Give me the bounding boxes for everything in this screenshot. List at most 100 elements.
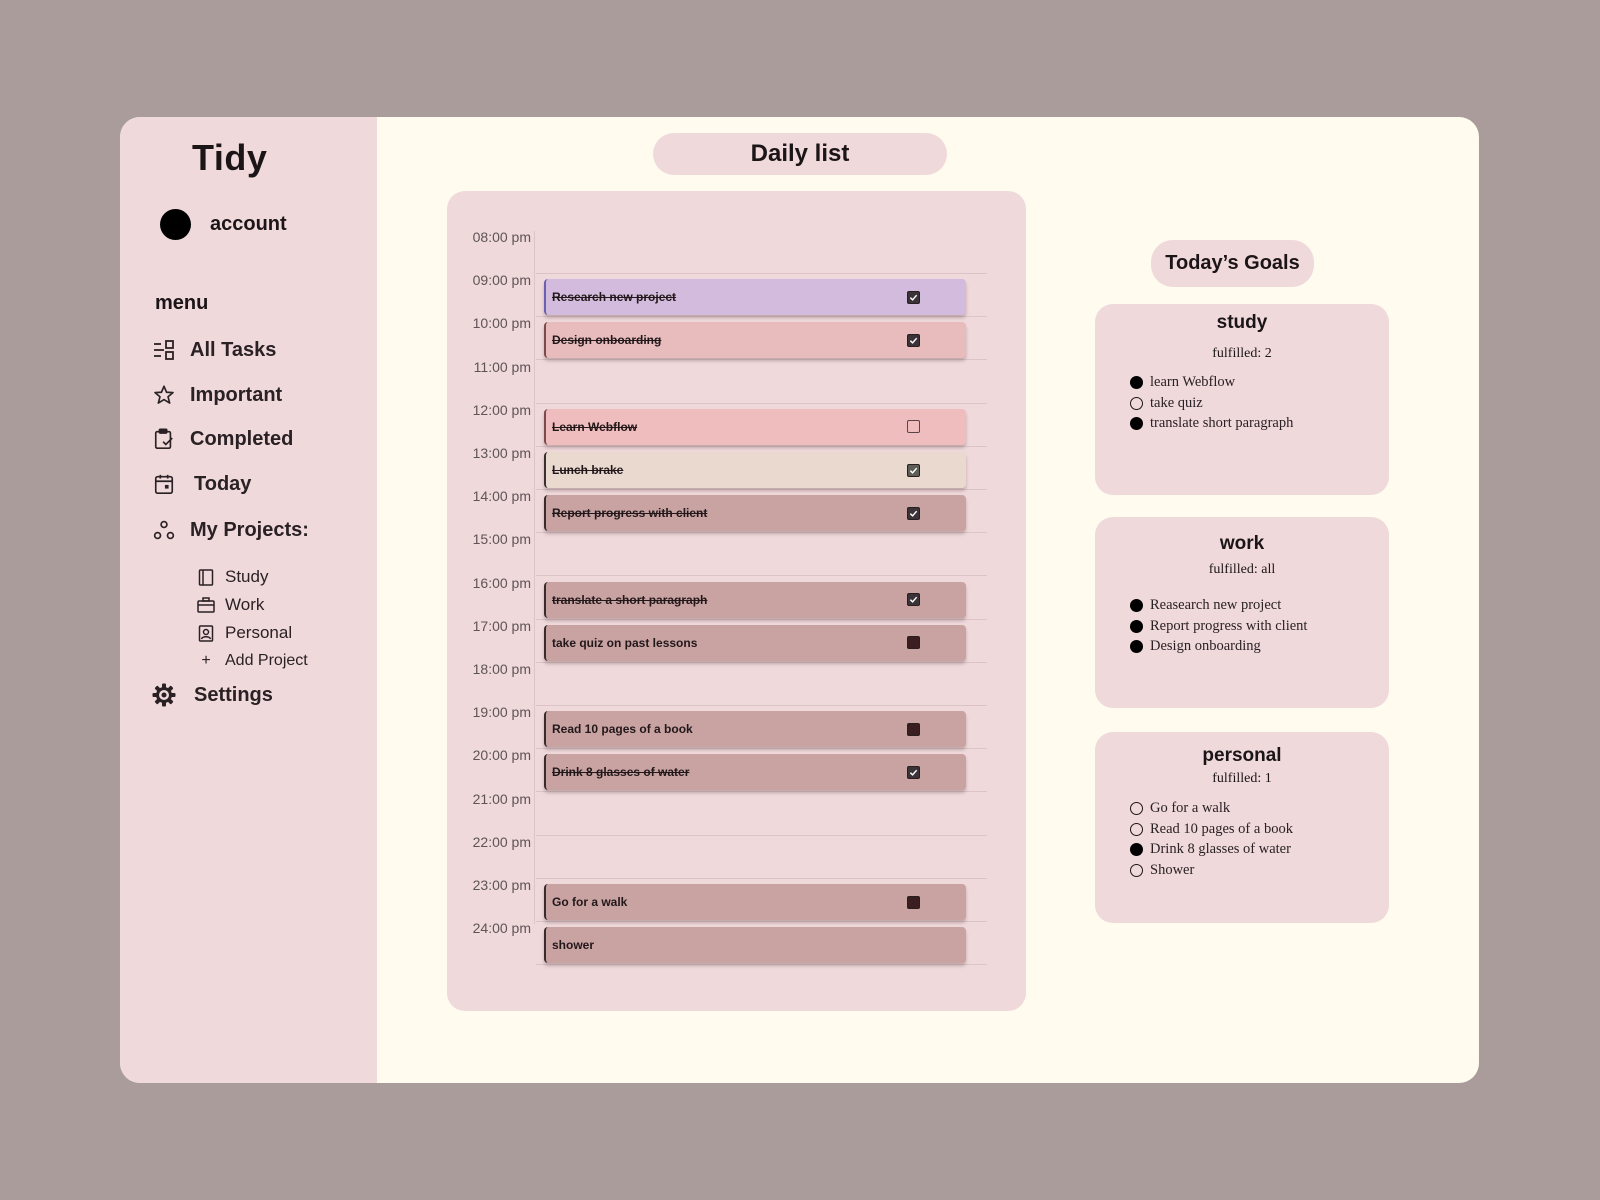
task-checkbox[interactable] xyxy=(907,722,920,736)
goal-card-name: personal xyxy=(1202,745,1282,766)
project-item-study[interactable]: Study xyxy=(197,567,268,587)
task-card[interactable]: Learn Webflow xyxy=(544,408,966,445)
task-label: Learn Webflow xyxy=(552,419,638,434)
time-label: 20:00 pm xyxy=(472,747,531,764)
sidebar-item-all-tasks[interactable]: All Tasks xyxy=(152,338,276,362)
goal-card-name: work xyxy=(1219,533,1265,554)
task-card[interactable]: Report progress with client xyxy=(544,495,966,532)
time-label: 13:00 pm xyxy=(472,445,531,461)
task-checkbox[interactable] xyxy=(907,636,920,650)
sidebar-item-my-projects[interactable]: My Projects: xyxy=(152,518,309,542)
goal-item-label: Go for a walk xyxy=(1150,799,1231,816)
filled-bullet-icon xyxy=(1130,598,1143,612)
task-checkbox[interactable] xyxy=(907,593,920,607)
schedule-row: 21:00 pm xyxy=(447,791,987,836)
sidebar-item-important[interactable]: Important xyxy=(152,383,282,407)
goal-item-label: take quiz xyxy=(1150,394,1203,411)
project-item-work[interactable]: Work xyxy=(197,595,264,615)
account-button[interactable]: account xyxy=(160,209,287,240)
time-label: 23:00 pm xyxy=(472,877,531,893)
schedule-row: 08:00 pm xyxy=(447,229,987,274)
goal-item[interactable]: Shower xyxy=(1130,860,1293,881)
task-checkbox[interactable] xyxy=(907,420,920,434)
goal-list: Reasearch new project Report progress wit… xyxy=(1130,595,1307,657)
sidebar-item-label: Today xyxy=(194,472,252,495)
task-card[interactable]: shower xyxy=(544,927,966,964)
task-card[interactable]: Go for a walk xyxy=(544,884,966,920)
goal-card-status: fulfilled: 1 xyxy=(1212,771,1272,786)
star-icon xyxy=(152,383,176,407)
clipboard-check-icon xyxy=(152,427,176,451)
filled-bullet-icon xyxy=(1130,640,1143,654)
schedule-row: 09:00 pm Research new project xyxy=(447,272,987,318)
goal-item[interactable]: translate short paragraph xyxy=(1130,413,1293,434)
task-checkbox[interactable] xyxy=(907,463,920,477)
filled-bullet-icon xyxy=(1130,843,1143,857)
sidebar-item-completed[interactable]: Completed xyxy=(152,427,293,451)
goal-card-work[interactable]: work fulfilled: all Reasearch new projec… xyxy=(1095,517,1389,708)
schedule-row: 15:00 pm xyxy=(447,531,987,577)
calendar-icon xyxy=(152,472,176,496)
task-checkbox[interactable] xyxy=(907,290,920,304)
app-logo: Tidy xyxy=(192,137,268,178)
empty-bullet-icon xyxy=(1130,801,1143,815)
goals-title: Today’s Goals xyxy=(1151,240,1314,287)
task-label: Drink 8 glasses of water xyxy=(552,765,690,780)
goal-item[interactable]: Read 10 pages of a book xyxy=(1130,819,1293,840)
schedule-row: 14:00 pm Report progress with client xyxy=(447,488,987,534)
time-label: 09:00 pm xyxy=(472,272,531,289)
briefcase-icon xyxy=(197,596,215,614)
goal-item[interactable]: Design onboarding xyxy=(1130,636,1307,657)
filled-bullet-icon xyxy=(1130,619,1143,633)
hour-divider xyxy=(536,964,987,966)
settings-label: Settings xyxy=(194,683,273,706)
goal-item[interactable]: Drink 8 glasses of water xyxy=(1130,839,1293,860)
goal-item-label: translate short paragraph xyxy=(1150,415,1294,432)
goal-item[interactable]: learn Webflow xyxy=(1130,372,1293,393)
schedule-row: 24:00 pm shower xyxy=(447,920,987,966)
schedule-row: 16:00 pm translate a short paragraph xyxy=(447,575,987,620)
task-card[interactable]: Read 10 pages of a book xyxy=(544,711,966,748)
sidebar-item-label: All Tasks xyxy=(190,338,277,361)
sidebar-item-today[interactable]: Today xyxy=(152,472,251,496)
time-label: 24:00 pm xyxy=(472,920,531,937)
task-card[interactable]: translate a short paragraph xyxy=(544,581,966,618)
goal-card-status: fulfilled: all xyxy=(1208,562,1276,577)
goal-item[interactable]: take quiz xyxy=(1130,393,1293,414)
projects-icon xyxy=(152,518,176,542)
settings-button[interactable]: Settings xyxy=(152,683,273,707)
goal-item-label: Reasearch new project xyxy=(1150,596,1282,613)
goal-item-label: Read 10 pages of a book xyxy=(1150,820,1293,837)
goal-item[interactable]: Go for a walk xyxy=(1130,798,1293,819)
empty-bullet-icon xyxy=(1130,396,1143,410)
task-checkbox[interactable] xyxy=(907,765,920,779)
schedule-row: 17:00 pm take quiz on past lessons xyxy=(447,618,987,663)
time-label: 18:00 pm xyxy=(472,661,531,677)
project-item-personal[interactable]: Personal xyxy=(197,623,292,643)
schedule-row: 12:00 pm Learn Webflow xyxy=(447,401,987,447)
book-icon xyxy=(197,568,215,586)
task-label: take quiz on past lessons xyxy=(552,635,698,650)
schedule-row: 10:00 pm Design onboarding xyxy=(447,315,987,361)
task-card[interactable]: Lunch brake xyxy=(544,452,966,488)
goal-item[interactable]: Reasearch new project xyxy=(1130,595,1307,616)
goal-card-study[interactable]: study fulfilled: 2 learn Webflow take qui… xyxy=(1095,304,1389,495)
task-label: translate a short paragraph xyxy=(552,592,708,607)
add-project-button[interactable]: + Add Project xyxy=(197,652,307,670)
task-card[interactable]: Research new project xyxy=(544,279,966,316)
task-checkbox[interactable] xyxy=(907,333,920,347)
task-card[interactable]: Design onboarding xyxy=(544,322,966,359)
avatar[interactable] xyxy=(160,209,191,240)
task-checkbox[interactable] xyxy=(907,895,920,909)
goal-item-label: Drink 8 glasses of water xyxy=(1150,841,1291,858)
task-card[interactable]: take quiz on past lessons xyxy=(544,624,966,661)
task-checkbox[interactable] xyxy=(907,506,920,520)
goal-card-personal[interactable]: personal fulfilled: 1 Go for a walk Read … xyxy=(1095,732,1389,923)
task-card[interactable]: Drink 8 glasses of water xyxy=(544,754,966,791)
goal-item[interactable]: Report progress with client xyxy=(1130,616,1307,637)
time-label: 11:00 pm xyxy=(473,358,531,375)
task-label: Read 10 pages of a book xyxy=(552,722,693,737)
goal-item-label: Report progress with client xyxy=(1150,617,1308,634)
contact-icon xyxy=(197,624,215,642)
time-label: 12:00 pm xyxy=(472,401,531,418)
